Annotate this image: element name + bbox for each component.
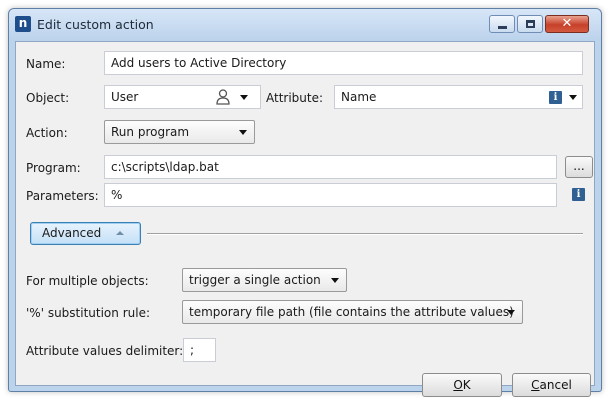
substitution-rule-label: '%' substitution rule: (26, 306, 150, 320)
ok-button[interactable]: OK (422, 373, 502, 397)
substitution-rule-value: temporary file path (file contains the a… (189, 305, 514, 319)
ok-label-rest: K (462, 378, 471, 392)
parameters-label: Parameters: (26, 189, 99, 203)
chevron-down-icon (239, 130, 247, 135)
program-input[interactable]: c:\scripts\ldap.bat (104, 155, 557, 179)
cancel-hotkey: C (531, 378, 540, 392)
dialog-client-area: Name: Add users to Active Directory Obje… (15, 41, 595, 397)
info-icon: i (549, 91, 562, 104)
close-icon: ✕ (561, 16, 573, 31)
minimize-button[interactable] (489, 15, 515, 33)
multiple-objects-label: For multiple objects: (26, 274, 149, 288)
window-title: Edit custom action (37, 17, 154, 32)
action-select[interactable]: Run program (104, 120, 255, 144)
person-icon (216, 89, 230, 105)
maximize-button[interactable] (517, 15, 543, 33)
parameters-info-icon[interactable]: i (572, 188, 585, 201)
advanced-toggle-button[interactable]: Advanced (30, 222, 141, 245)
attribute-label: Attribute: (266, 91, 324, 105)
action-value: Run program (111, 125, 190, 139)
app-logo-icon: n (15, 16, 31, 32)
multiple-objects-value: trigger a single action (189, 273, 321, 287)
name-input[interactable]: Add users to Active Directory (104, 51, 583, 75)
substitution-rule-select[interactable]: temporary file path (file contains the a… (182, 300, 523, 324)
title-bar[interactable]: n Edit custom action ✕ (9, 9, 601, 40)
multiple-objects-select[interactable]: trigger a single action (182, 268, 347, 292)
delimiter-input[interactable]: ; (183, 338, 216, 362)
cancel-button[interactable]: Cancel (512, 373, 591, 397)
parameters-input[interactable]: % (104, 183, 557, 207)
chevron-down-icon (331, 278, 339, 283)
object-dropdown-icon[interactable] (240, 95, 248, 100)
advanced-label: Advanced (42, 226, 102, 240)
chevron-up-icon (116, 231, 124, 235)
name-label: Name: (26, 57, 66, 71)
ok-hotkey: O (453, 378, 463, 392)
browse-button[interactable]: ... (565, 156, 593, 178)
close-button[interactable]: ✕ (545, 15, 589, 33)
action-label: Action: (26, 126, 68, 140)
minimize-icon (498, 26, 507, 29)
program-label: Program: (26, 161, 81, 175)
chevron-down-icon (507, 310, 515, 315)
attribute-combo[interactable]: Name i (334, 85, 583, 109)
object-combo[interactable]: User (104, 85, 261, 109)
advanced-separator (147, 233, 583, 235)
attribute-dropdown-icon[interactable] (569, 95, 577, 100)
cancel-label-rest: ancel (539, 378, 572, 392)
attribute-value: Name (341, 90, 377, 104)
edit-custom-action-window: n Edit custom action ✕ Name: Add users t… (8, 8, 602, 397)
object-label: Object: (26, 91, 70, 105)
object-value: User (111, 90, 139, 104)
maximize-icon (526, 20, 535, 28)
delimiter-label: Attribute values delimiter: (26, 344, 184, 358)
